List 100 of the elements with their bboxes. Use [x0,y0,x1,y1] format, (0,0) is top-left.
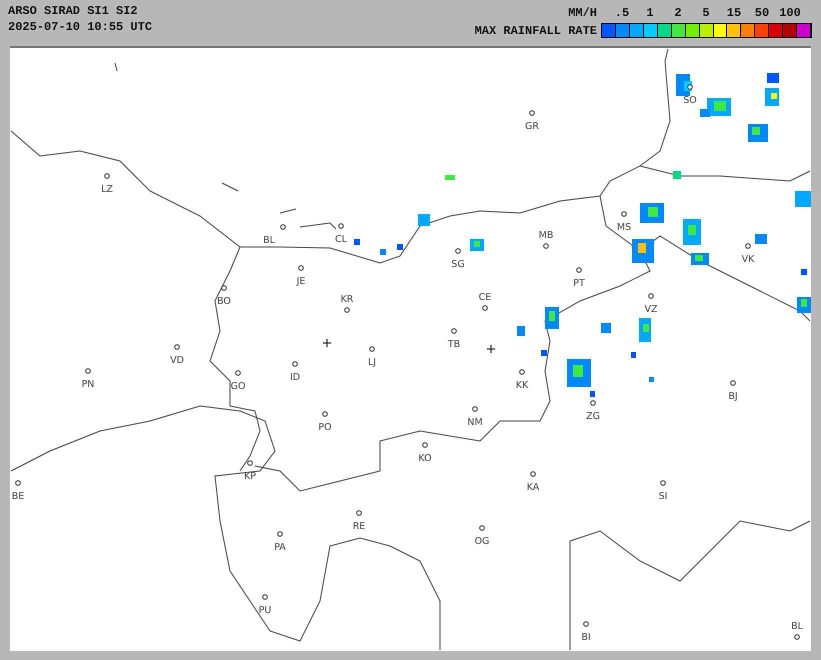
rain-echo-patch [418,214,430,226]
city-marker-icon [687,84,693,90]
city-label: BL [791,621,803,632]
city-marker-icon [730,380,736,386]
city-marker-icon [85,368,91,374]
rain-echo-patch [601,323,611,333]
city-marker-icon [530,471,536,477]
city-marker-icon [280,224,286,230]
city-marker-icon [174,344,180,350]
city-label: PO [318,422,332,433]
city-marker-icon [455,248,461,254]
city-label: KK [516,380,528,391]
city-label: MS [616,222,632,233]
city-label: LJ [368,357,376,368]
city-marker-icon [277,531,283,537]
city-label: VZ [644,304,658,315]
city-marker-icon [479,525,485,531]
city-label: ID [290,372,300,383]
rain-echo-patch [649,377,654,382]
city-label: BL [263,235,275,246]
city-marker-icon [451,328,457,334]
city-label: VK [742,254,754,265]
rain-echo-patch [767,73,779,83]
city-label: BE [12,491,24,502]
radar-site-icon [486,344,496,354]
rain-echo-patch [517,326,525,336]
city-label: SG [451,259,465,270]
legend-tick-label: 5 [701,6,711,20]
rain-echo-patch [354,239,360,245]
city-marker-icon [338,223,344,229]
legend-tick-label: .5 [614,6,630,20]
rain-echo-patch [673,171,681,179]
city-label: BO [217,296,231,307]
city-label: VD [170,355,184,366]
city-label: PA [274,542,286,553]
city-marker-icon [745,243,751,249]
city-marker-icon [529,110,535,116]
city-label: RE [352,521,366,532]
city-marker-icon [621,211,627,217]
city-label: BI [581,632,591,643]
legend-title: MAX RAINFALL RATE [474,24,597,38]
city-label: TB [448,339,460,350]
rain-echo-patch [801,269,807,275]
city-label: OG [474,536,490,547]
city-label: MB [538,230,554,241]
rain-echo-patch [795,191,811,207]
rain-echo-patch [590,391,595,397]
city-label: PT [573,278,585,289]
rain-echo-patch [541,350,547,356]
legend-unit: MM/H [568,6,597,20]
city-marker-icon [15,480,21,486]
city-marker-icon [648,293,654,299]
city-label: ZG [586,411,600,422]
city-marker-icon [356,510,362,516]
city-label: LZ [101,184,113,195]
rain-echo-patch [397,244,403,250]
rain-echo-patch [631,352,636,358]
city-label: KO [418,453,432,464]
city-label: KP [244,471,256,482]
rain-echo-patch [380,249,386,255]
city-marker-icon [292,361,298,367]
city-marker-icon [298,265,304,271]
timestamp: 2025-07-10 10:55 UTC [8,20,152,34]
city-label: GO [230,381,246,392]
city-marker-icon [344,307,350,313]
radar-title: ARSO SIRAD SI1 SI2 [8,4,139,18]
legend-tick-label: 15 [726,6,742,20]
city-label: CL [335,234,347,245]
city-marker-icon [422,442,428,448]
city-marker-icon [221,285,227,291]
city-label: SI [658,491,668,502]
city-marker-icon [369,346,375,352]
city-label: KR [340,294,354,305]
city-marker-icon [794,634,800,640]
city-marker-icon [660,480,666,486]
city-label: GR [525,121,539,132]
legend-tick-label: 100 [778,6,802,20]
city-marker-icon [576,267,582,273]
city-marker-icon [543,243,549,249]
city-marker-icon [247,460,253,466]
rain-echo-patch [755,234,767,244]
city-marker-icon [590,400,596,406]
city-label: PU [258,605,272,616]
city-marker-icon [235,370,241,376]
city-label: KA [526,482,540,493]
legend-tick-label: 50 [754,6,770,20]
city-label: BJ [728,391,738,402]
legend-tick-label: 2 [673,6,683,20]
city-marker-icon [104,173,110,179]
city-label: SO [683,95,697,106]
legend-tick-label: 1 [645,6,655,20]
rain-echo-patch [445,175,455,180]
city-marker-icon [482,305,488,311]
city-label: PN [82,379,94,390]
radar-site-icon [322,338,332,348]
city-marker-icon [472,406,478,412]
city-marker-icon [262,594,268,600]
city-marker-icon [519,369,525,375]
city-label: JE [296,276,306,287]
city-label: NM [467,417,483,428]
